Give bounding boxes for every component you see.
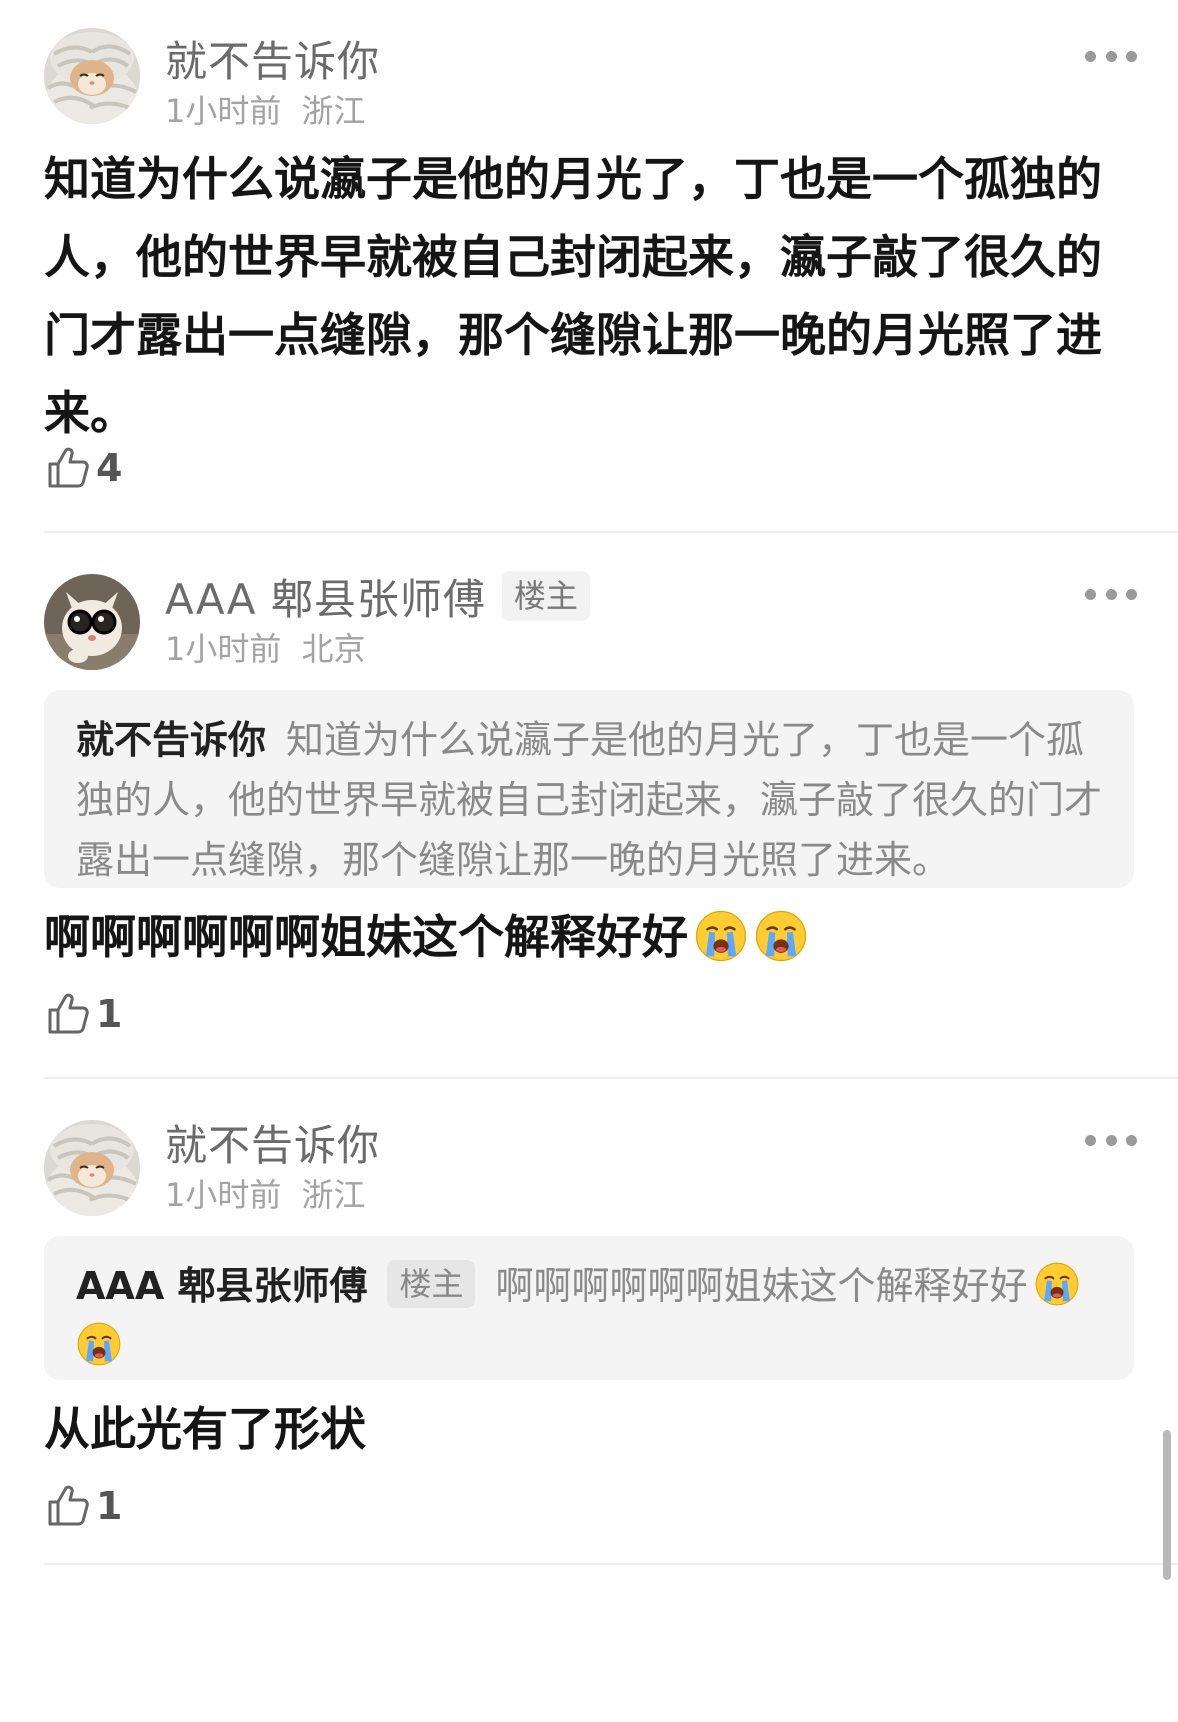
more-dots-icon[interactable] — [1085, 1128, 1137, 1152]
like-count: 1 — [96, 992, 123, 1036]
like-count: 1 — [96, 1484, 123, 1528]
like-button[interactable]: 4 — [44, 440, 122, 496]
crying-face-emoji — [694, 909, 748, 963]
cat-in-scarf-avatar[interactable] — [44, 1120, 140, 1216]
comment-time: 1小时前 — [165, 1176, 282, 1214]
comment-location: 北京 — [301, 630, 366, 668]
like-button[interactable]: 1 — [44, 986, 122, 1042]
comment-content: 从此光有了形状 — [44, 1402, 366, 1456]
crying-face-emoji — [754, 909, 808, 963]
comment-meta: 1小时前 浙江 — [165, 1170, 366, 1216]
comment-content: 知道为什么说瀛子是他的月光了，丁也是一个孤独的人，他的世界早就被自己封闭起来，瀛… — [44, 152, 1102, 440]
quote-author: AAA 郫县张师傅 — [76, 1264, 368, 1308]
more-dots-icon[interactable] — [1085, 44, 1137, 68]
thumbs-up-icon — [44, 1482, 92, 1530]
username[interactable]: 就不告诉你 — [165, 1112, 380, 1173]
quote-text: 啊啊啊啊啊啊姐妹这个解释好好 — [495, 1264, 1028, 1308]
op-badge: 楼主 — [501, 571, 590, 621]
divider — [44, 531, 1178, 533]
thumbs-up-icon — [44, 444, 92, 492]
more-dots-icon[interactable] — [1085, 582, 1137, 606]
quoted-comment[interactable]: 就不告诉你 知道为什么说瀛子是他的月光了，丁也是一个孤独的人，他的世界早就被自己封… — [44, 690, 1134, 888]
comment-content: 啊啊啊啊啊啊姐妹这个解释好好 — [44, 898, 1134, 976]
op-badge: 楼主 — [387, 1260, 476, 1308]
username[interactable]: 就不告诉你 — [165, 28, 380, 89]
scrollbar[interactable] — [1163, 1430, 1171, 1580]
username[interactable]: AAA 郫县张师傅 — [165, 566, 486, 627]
quoted-comment[interactable]: AAA 郫县张师傅 楼主 啊啊啊啊啊啊姐妹这个解释好好 — [44, 1236, 1134, 1380]
cat-in-scarf-avatar[interactable] — [44, 28, 140, 124]
thumbs-up-icon — [44, 990, 92, 1038]
comment-time: 1小时前 — [165, 630, 282, 668]
crying-face-emoji — [1034, 1261, 1080, 1307]
dog-with-glasses-avatar[interactable] — [44, 574, 140, 670]
divider — [44, 1563, 1178, 1565]
comment-text: 啊啊啊啊啊啊姐妹这个解释好好 — [44, 910, 688, 964]
comment-location: 浙江 — [301, 92, 366, 130]
like-count: 4 — [96, 446, 123, 490]
username-row: 就不告诉你 — [165, 1112, 380, 1172]
crying-face-emoji — [76, 1321, 122, 1367]
username-row: AAA 郫县张师傅 楼主 — [165, 566, 590, 626]
username-row: 就不告诉你 — [165, 28, 380, 88]
comment-location: 浙江 — [301, 1176, 366, 1214]
quote-author: 就不告诉你 — [76, 718, 267, 762]
like-button[interactable]: 1 — [44, 1478, 122, 1534]
comment-meta: 1小时前 北京 — [165, 624, 366, 670]
comment-time: 1小时前 — [165, 92, 282, 130]
divider — [44, 1077, 1178, 1079]
comment-meta: 1小时前 浙江 — [165, 86, 366, 132]
